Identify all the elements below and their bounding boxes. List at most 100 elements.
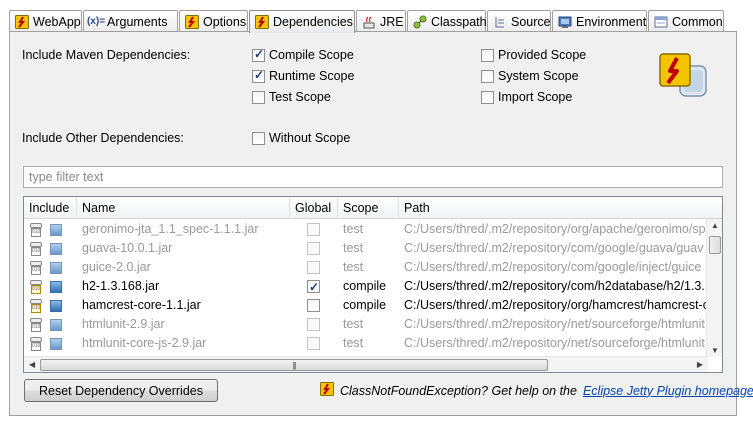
global-checkbox[interactable] [307,299,320,312]
without-scope-checkbox[interactable]: Without Scope [252,131,350,145]
scroll-left-icon[interactable]: ◀ [29,360,35,369]
global-checkbox[interactable] [307,318,320,331]
global-checkbox[interactable] [307,278,320,296]
tab-arguments[interactable]: (x)= Arguments [83,10,178,32]
global-checkbox[interactable] [307,223,320,236]
tab-jre[interactable]: JRE [356,10,406,32]
include-toggle-icon[interactable] [50,299,62,312]
dependency-path: C:/Users/thred/.m2/repository/com/google… [404,260,702,274]
global-cell[interactable] [290,315,338,334]
table-row[interactable]: 010 htmlunit-core-js-2.9.jar test C:/Users/… [24,334,708,353]
include-toggle-icon[interactable] [50,242,62,255]
global-checkbox[interactable] [307,242,320,255]
dependency-scope: test [343,222,364,236]
reset-dependency-overrides-button[interactable]: Reset Dependency Overrides [24,379,218,402]
tab-webapp[interactable]: WebApp [9,10,82,32]
jar-icon: 010 [30,260,42,275]
tab-common[interactable]: Common [648,10,724,32]
dependency-name: hamcrest-core-1.1.jar [82,298,201,312]
dependency-scope: compile [343,298,387,312]
global-cell[interactable] [290,334,338,353]
dependency-scope: compile [343,279,387,293]
runtime-scope-checkbox[interactable]: Runtime Scope [252,68,354,83]
arguments-icon: (x)= [86,16,106,27]
column-global[interactable]: Global [290,197,338,219]
column-scope[interactable]: Scope [338,197,399,219]
checkbox-box[interactable] [481,69,494,83]
vertical-scroll-thumb[interactable] [709,236,721,254]
checkbox-box[interactable] [252,131,265,145]
include-cell[interactable]: 010 [24,315,77,334]
jre-icon [361,14,377,30]
tab-dependencies[interactable]: Dependencies [249,10,355,33]
global-cell[interactable] [290,239,338,258]
tab-environment-label: Environment [576,14,647,29]
include-toggle-icon[interactable] [50,318,62,331]
include-cell[interactable]: 010 [24,220,77,239]
import-scope-checkbox[interactable]: Import Scope [481,90,572,104]
dependency-name: htmlunit-core-js-2.9.jar [82,336,207,350]
jar-icon: 010 [30,336,42,351]
horizontal-scroll-thumb[interactable]: ||| [40,359,548,371]
tab-webapp-label: WebApp [33,14,81,29]
compile-scope-checkbox[interactable]: Compile Scope [252,47,354,62]
system-scope-checkbox[interactable]: System Scope [481,69,579,83]
global-checkbox[interactable] [307,337,320,350]
tab-source[interactable]: Source [487,10,551,32]
tab-options-label: Options [203,14,247,29]
vertical-scrollbar[interactable]: ▲ ▼ [706,219,722,357]
scroll-right-icon[interactable]: ▶ [697,360,703,369]
global-cell[interactable] [290,258,338,277]
tab-environment[interactable]: Environment [552,10,647,32]
include-cell[interactable]: 010 [24,239,77,258]
jetty-icon [320,382,334,399]
global-checkbox[interactable] [307,261,320,274]
table-row[interactable]: 010 geronimo-jta_1.1_spec-1.1.1.jar test C:… [24,220,708,239]
scroll-up-icon[interactable]: ▲ [711,221,719,230]
jar-icon: 010 [30,298,42,313]
checkbox-box[interactable] [252,90,265,104]
include-toggle-icon[interactable] [50,261,62,274]
include-cell[interactable]: 010 [24,258,77,277]
jar-icon: 010 [30,317,42,332]
horizontal-scrollbar[interactable]: ◀ ||| ▶ [24,356,708,372]
tab-classpath[interactable]: Classpath [407,10,487,32]
column-name[interactable]: Name [77,197,290,219]
column-path[interactable]: Path [399,197,722,219]
include-cell[interactable]: 010 [24,296,77,315]
dependency-path: C:/Users/thred/.m2/repository/com/h2data… [404,279,708,293]
dependencies-table: Include Name Global Scope Path 010 geroni… [23,196,723,373]
tab-options[interactable]: Options [179,10,248,32]
environment-icon [557,14,573,30]
checkbox-box[interactable] [252,47,265,62]
tab-common-label: Common [672,14,723,29]
checkbox-box[interactable] [252,68,265,83]
plugin-homepage-link[interactable]: Eclipse Jetty Plugin homepage [583,384,753,398]
scroll-down-icon[interactable]: ▼ [711,346,719,355]
table-row[interactable]: 010 h2-1.3.168.jar compile C:/Users/thred/.… [24,277,708,296]
table-row[interactable]: 010 hamcrest-core-1.1.jar compile C:/Users/… [24,296,708,315]
table-row[interactable]: 010 htmlunit-2.9.jar test C:/Users/thred/.m… [24,315,708,334]
filter-input[interactable]: type filter text [23,166,723,188]
include-toggle-icon[interactable] [50,337,62,350]
source-icon [492,14,508,30]
include-toggle-icon[interactable] [50,223,62,236]
provided-scope-checkbox[interactable]: Provided Scope [481,48,586,62]
include-cell[interactable]: 010 [24,334,77,353]
test-scope-checkbox[interactable]: Test Scope [252,90,331,104]
checkbox-box[interactable] [481,90,494,104]
launch-config-tabs: WebApp (x)= Arguments Options Dependenci… [9,10,737,33]
global-cell[interactable] [290,296,338,315]
checkbox-box[interactable] [481,48,494,62]
include-cell[interactable]: 010 [24,277,77,296]
table-row[interactable]: 010 guava-10.0.1.jar test C:/Users/thred/.m… [24,239,708,258]
table-row[interactable]: 010 guice-2.0.jar test C:/Users/thred/.m2/r… [24,258,708,277]
column-include[interactable]: Include [24,197,77,219]
dependency-path: C:/Users/thred/.m2/repository/net/source… [404,336,705,350]
dependencies-panel: Include Maven Dependencies: Compile Scop… [9,31,753,416]
jar-icon: 010 [30,279,42,294]
global-cell[interactable] [290,277,338,296]
include-toggle-icon[interactable] [50,280,62,293]
global-cell[interactable] [290,220,338,239]
common-icon [653,14,669,30]
